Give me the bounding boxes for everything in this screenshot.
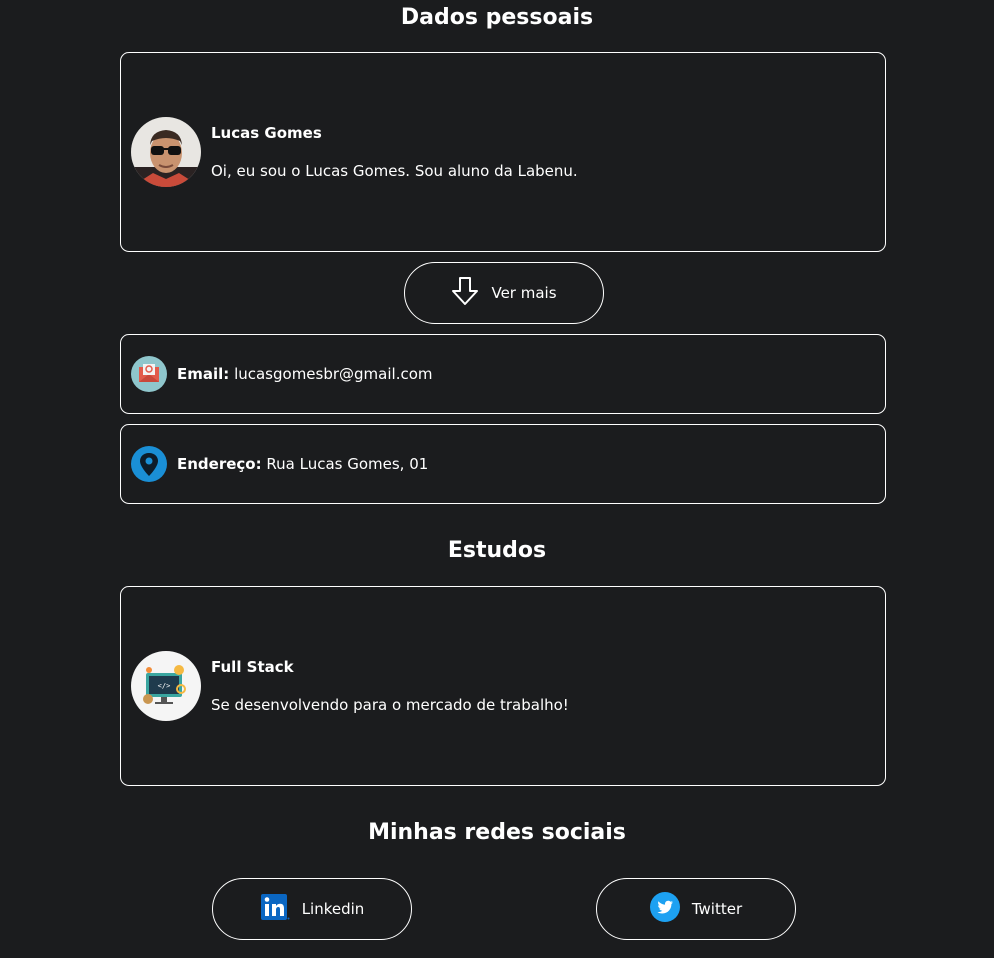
email-value: lucasgomesbr@gmail.com — [234, 365, 433, 383]
location-pin-icon — [131, 446, 167, 482]
email-info: Email: lucasgomesbr@gmail.com — [177, 365, 433, 383]
envelope-icon — [131, 356, 167, 392]
personal-section-title: Dados pessoais — [400, 5, 594, 30]
linkedin-label: Linkedin — [301, 900, 365, 918]
address-info: Endereço: Rua Lucas Gomes, 01 — [177, 455, 428, 473]
svg-text:</>: </> — [158, 682, 171, 690]
linkedin-button[interactable]: Linkedin — [212, 878, 412, 940]
studies-card: </> Full Stack Se desenvolvendo para o m… — [120, 586, 886, 786]
arrow-down-icon — [451, 276, 479, 310]
address-value: Rua Lucas Gomes, 01 — [266, 455, 429, 473]
course-description: Se desenvolvendo para o mercado de traba… — [211, 696, 569, 714]
email-card: Email: lucasgomesbr@gmail.com — [120, 334, 886, 414]
linkedin-icon — [260, 893, 290, 925]
twitter-bird-icon — [649, 892, 680, 926]
social-section-title: Minhas redes sociais — [368, 820, 626, 845]
studies-section-title: Estudos — [447, 538, 547, 563]
see-more-button[interactable]: Ver mais — [404, 262, 604, 324]
profile-name: Lucas Gomes — [211, 124, 322, 142]
twitter-label: Twitter — [691, 900, 743, 918]
profile-card: Lucas Gomes Oi, eu sou o Lucas Gomes. So… — [120, 52, 886, 252]
twitter-button[interactable]: Twitter — [596, 878, 796, 940]
profile-avatar — [131, 117, 201, 187]
email-label: Email: — [177, 365, 230, 383]
see-more-label: Ver mais — [491, 284, 557, 302]
course-name: Full Stack — [211, 658, 294, 676]
address-card: Endereço: Rua Lucas Gomes, 01 — [120, 424, 886, 504]
course-illustration: </> — [131, 651, 201, 721]
address-label: Endereço: — [177, 455, 262, 473]
profile-description: Oi, eu sou o Lucas Gomes. Sou aluno da L… — [211, 162, 578, 180]
